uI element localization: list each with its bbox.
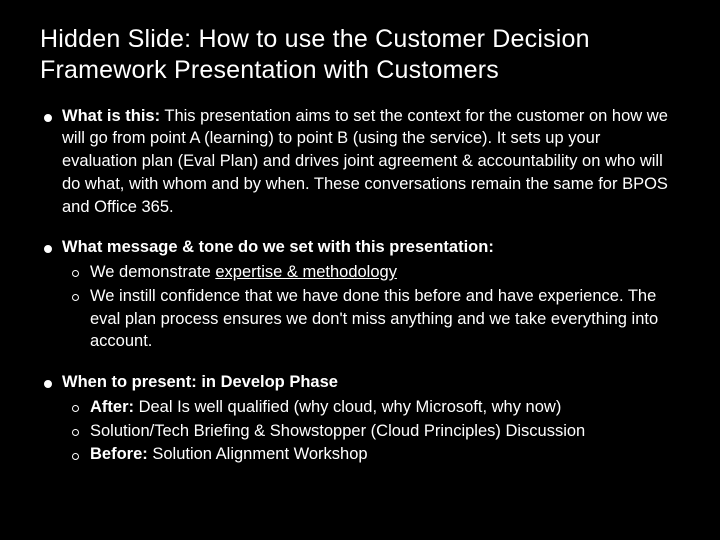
slide-title: Hidden Slide: How to use the Customer De…: [40, 24, 680, 87]
list-item: Solution/Tech Briefing & Showstopper (Cl…: [62, 420, 680, 443]
item-label: What is this:: [62, 107, 160, 125]
item-text: We demonstrate: [90, 263, 215, 281]
list-item: We instill confidence that we have done …: [62, 285, 680, 353]
bullet-list: What is this: This presentation aims to …: [40, 105, 680, 467]
sub-list: We demonstrate expertise & methodology W…: [62, 261, 680, 353]
list-item: After: Deal Is well qualified (why cloud…: [62, 396, 680, 419]
item-text: Solution/Tech Briefing & Showstopper (Cl…: [90, 422, 585, 440]
list-item: When to present: in Develop Phase After:…: [40, 371, 680, 466]
item-label: What message & tone do we set with this …: [62, 238, 494, 256]
sub-list: After: Deal Is well qualified (why cloud…: [62, 396, 680, 466]
item-text: Deal Is well qualified (why cloud, why M…: [134, 398, 561, 416]
list-item: What is this: This presentation aims to …: [40, 105, 680, 219]
list-item: What message & tone do we set with this …: [40, 236, 680, 353]
item-underline: expertise & methodology: [215, 263, 397, 281]
item-label: When to present: in Develop Phase: [62, 373, 338, 391]
item-text: We instill confidence that we have done …: [90, 287, 658, 351]
list-item: Before: Solution Alignment Workshop: [62, 443, 680, 466]
item-text: Solution Alignment Workshop: [148, 445, 368, 463]
item-bold: Before:: [90, 445, 148, 463]
list-item: We demonstrate expertise & methodology: [62, 261, 680, 284]
item-bold: After:: [90, 398, 134, 416]
